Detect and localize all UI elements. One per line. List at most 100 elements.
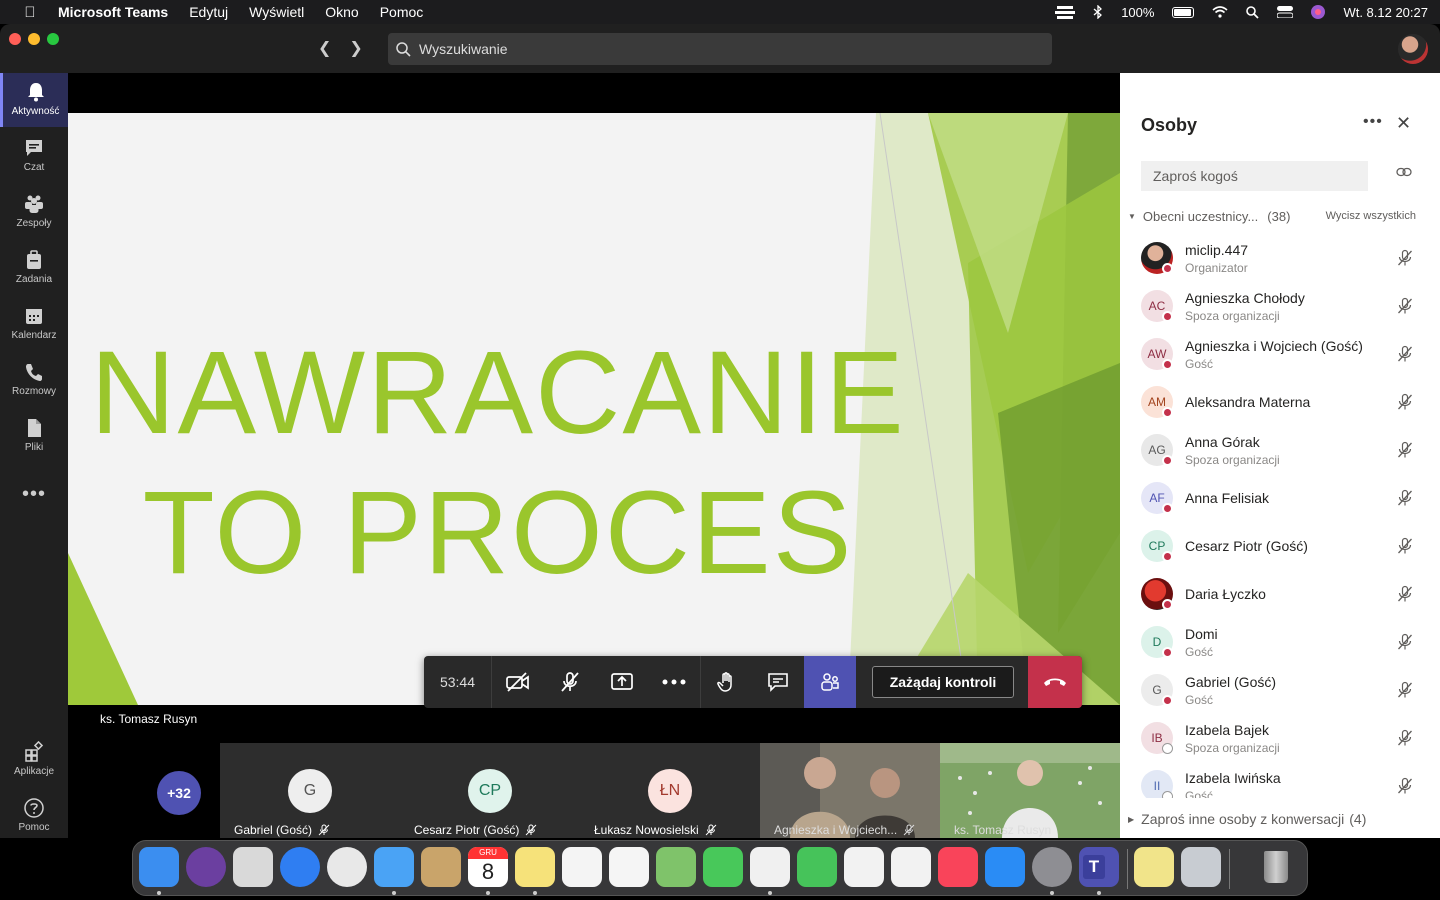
minimize-window-button[interactable] xyxy=(28,33,40,45)
reminders-icon[interactable] xyxy=(562,847,602,887)
invite-someone-input[interactable] xyxy=(1141,161,1368,191)
menu-app-name[interactable]: Microsoft Teams xyxy=(58,4,168,20)
wifi-icon[interactable] xyxy=(1212,6,1228,18)
participant-mic-button[interactable] xyxy=(1396,729,1414,752)
zoom-window-button[interactable] xyxy=(47,33,59,45)
spotlight-icon[interactable] xyxy=(1246,5,1260,19)
show-participants-button[interactable] xyxy=(804,656,856,708)
pages-icon[interactable] xyxy=(750,847,790,887)
teams-app-icon[interactable]: T xyxy=(1079,847,1119,887)
request-control-button[interactable]: Zażądaj kontroli xyxy=(872,666,1014,698)
participant-tile[interactable]: CP Cesarz Piotr (Gość) xyxy=(400,743,580,838)
participant-row[interactable]: Daria Łyczko xyxy=(1120,569,1440,617)
rail-item-activity[interactable]: Aktywność xyxy=(0,73,68,127)
more-apps-icon[interactable]: ••• xyxy=(0,483,68,506)
rail-item-calendar[interactable]: Kalendarz xyxy=(0,297,68,351)
messages-icon[interactable] xyxy=(703,847,743,887)
share-link-icon[interactable] xyxy=(1396,167,1412,177)
control-center-icon[interactable] xyxy=(1277,6,1294,18)
participant-mic-button[interactable] xyxy=(1396,633,1414,656)
search-box[interactable] xyxy=(388,33,1052,65)
participant-mic-button[interactable] xyxy=(1396,537,1414,560)
mute-all-button[interactable]: Wycisz wszystkich xyxy=(1326,210,1416,222)
rail-item-files[interactable]: Pliki xyxy=(0,409,68,463)
menu-edit[interactable]: Edytuj xyxy=(189,4,228,20)
participant-row[interactable]: II Izabela Iwińska Gość xyxy=(1120,761,1440,798)
participant-row[interactable]: AF Anna Felisiak xyxy=(1120,473,1440,521)
stack-icon[interactable] xyxy=(1055,5,1076,19)
siri-menubar-icon[interactable] xyxy=(1311,5,1326,19)
participant-video-tile[interactable]: Agnieszka i Wojciech... xyxy=(760,743,940,838)
battery-icon[interactable] xyxy=(1172,6,1195,18)
back-arrow-icon[interactable]: ❮ xyxy=(318,38,331,58)
participant-tile[interactable]: ŁN Łukasz Nowosielski xyxy=(580,743,760,838)
participant-mic-button[interactable] xyxy=(1396,345,1414,368)
camera-toggle-button[interactable] xyxy=(492,656,544,708)
panel-more-icon[interactable]: ••• xyxy=(1363,113,1383,131)
participant-mic-button[interactable] xyxy=(1396,297,1414,320)
hang-up-button[interactable] xyxy=(1028,656,1082,708)
participant-mic-button[interactable] xyxy=(1396,681,1414,704)
participant-row[interactable]: G Gabriel (Gość) Gość xyxy=(1120,665,1440,713)
participant-mic-button[interactable] xyxy=(1396,393,1414,416)
participant-tile[interactable]: G Gabriel (Gość) xyxy=(220,743,400,838)
search-input[interactable] xyxy=(419,41,1019,57)
participant-row[interactable]: IB Izabela Bajek Spoza organizacji xyxy=(1120,713,1440,761)
contacts-icon[interactable] xyxy=(421,847,461,887)
notes-icon[interactable] xyxy=(515,847,555,887)
facetime-icon[interactable] xyxy=(797,847,837,887)
photos-icon[interactable] xyxy=(609,847,649,887)
invite-from-conversation[interactable]: ▶ Zaproś inne osoby z konwersacji (4) xyxy=(1128,811,1366,827)
participant-mic-button[interactable] xyxy=(1396,777,1414,798)
keynote-icon[interactable] xyxy=(891,847,931,887)
participant-row[interactable]: AM Aleksandra Materna xyxy=(1120,377,1440,425)
maps-icon[interactable] xyxy=(656,847,696,887)
siri-icon[interactable] xyxy=(186,847,226,887)
participant-row[interactable]: AW Agnieszka i Wojciech (Gość) Gość xyxy=(1120,329,1440,377)
raise-hand-button[interactable] xyxy=(700,656,752,708)
rail-item-help[interactable]: Pomoc xyxy=(0,789,68,843)
close-window-button[interactable] xyxy=(9,33,21,45)
participant-mic-button[interactable] xyxy=(1396,585,1414,608)
launchpad-icon[interactable] xyxy=(233,847,273,887)
participant-row[interactable]: miclip.447 Organizator xyxy=(1120,233,1440,281)
participant-row[interactable]: AG Anna Górak Spoza organizacji xyxy=(1120,425,1440,473)
numbers-icon[interactable] xyxy=(844,847,884,887)
appstore-icon[interactable] xyxy=(985,847,1025,887)
more-actions-button[interactable] xyxy=(648,656,700,708)
mic-toggle-button[interactable] xyxy=(544,656,596,708)
participant-row[interactable]: D Domi Gość xyxy=(1120,617,1440,665)
rail-item-assignments[interactable]: Zadania xyxy=(0,241,68,295)
share-screen-button[interactable] xyxy=(596,656,648,708)
close-icon[interactable]: ✕ xyxy=(1396,113,1411,134)
safari-icon[interactable] xyxy=(280,847,320,887)
profile-avatar[interactable] xyxy=(1398,34,1428,64)
overflow-participants-badge[interactable]: +32 xyxy=(157,771,201,815)
menu-view[interactable]: Wyświetl xyxy=(249,4,304,20)
current-participants-header[interactable]: ▼ Obecni uczestnicy... (38) xyxy=(1128,209,1290,224)
show-chat-button[interactable] xyxy=(752,656,804,708)
settings-icon[interactable] xyxy=(1032,847,1072,887)
menu-help[interactable]: Pomoc xyxy=(380,4,424,20)
participant-video-tile[interactable]: ks. Tomasz Rusyn xyxy=(940,743,1120,838)
scanner-icon[interactable] xyxy=(1181,847,1221,887)
participant-mic-button[interactable] xyxy=(1396,441,1414,464)
trash-icon[interactable] xyxy=(1256,847,1296,887)
participant-row[interactable]: AC Agnieszka Chołody Spoza organizacji xyxy=(1120,281,1440,329)
music-icon[interactable] xyxy=(938,847,978,887)
bluetooth-icon[interactable] xyxy=(1093,5,1103,19)
rail-item-apps[interactable]: Aplikacje xyxy=(0,733,68,787)
finder-icon[interactable] xyxy=(139,847,179,887)
rail-item-teams[interactable]: Zespoły xyxy=(0,185,68,239)
stickies-icon[interactable] xyxy=(1134,847,1174,887)
rail-item-calls[interactable]: Rozmowy xyxy=(0,353,68,407)
participant-mic-button[interactable] xyxy=(1396,249,1414,272)
apple-icon[interactable]:  xyxy=(20,4,40,21)
forward-arrow-icon[interactable]: ❯ xyxy=(349,38,362,58)
mail-icon[interactable] xyxy=(374,847,414,887)
calendar-icon[interactable]: GRU 8 xyxy=(468,847,508,887)
rail-item-chat[interactable]: Czat xyxy=(0,129,68,183)
participant-row[interactable]: CP Cesarz Piotr (Gość) xyxy=(1120,521,1440,569)
participant-mic-button[interactable] xyxy=(1396,489,1414,512)
chrome-icon[interactable] xyxy=(327,847,367,887)
